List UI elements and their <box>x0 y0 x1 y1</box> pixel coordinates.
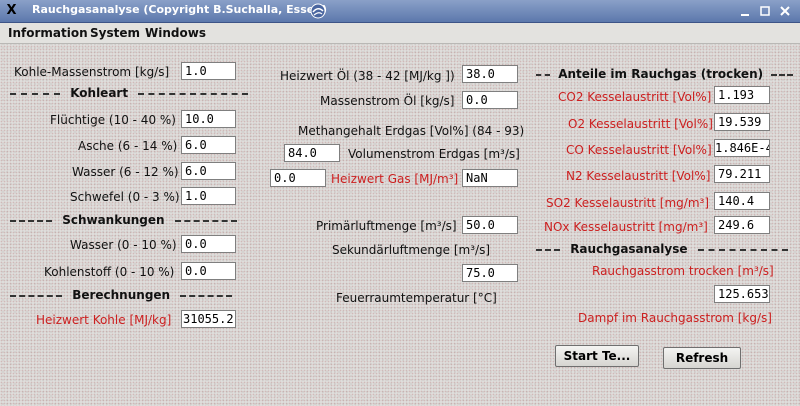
heizwert-oel-label: Heizwert Öl (38 - 42 [MJ/kg ]) <box>280 69 455 83</box>
methangehalt-input[interactable]: 84.0 <box>284 144 340 162</box>
wasser-input[interactable]: 6.0 <box>181 162 236 180</box>
heizwert-gas-label: Heizwert Gas [MJ/m³] <box>331 172 459 186</box>
nox-output: 249.6 <box>714 216 770 234</box>
swirl-icon <box>310 3 326 19</box>
berechnungen-separator: Berechnungen <box>10 288 238 302</box>
app-menu-icon[interactable]: X <box>4 3 19 18</box>
kohlenstoff-label: Kohlenstoff (0 - 10 %) <box>44 265 175 279</box>
primaerluft-label: Primärluftmenge [m³/s] <box>316 219 457 233</box>
title-bar[interactable]: X Rauchgasanalyse (Copyright B.Suchalla,… <box>0 0 800 23</box>
heizwert-oel-input[interactable]: 38.0 <box>462 65 518 83</box>
sekundaerluft-input[interactable]: 75.0 <box>462 264 518 282</box>
volumenstrom-label: Volumenstrom Erdgas [m³/s] <box>348 147 520 161</box>
rauchgasanalyse-header: Rauchgasanalyse <box>570 242 688 256</box>
massenstrom-oel-input[interactable]: 0.0 <box>462 91 518 109</box>
kohle-massenstrom-label: Kohle-Massenstrom [kg/s] <box>14 65 170 79</box>
start-button[interactable]: Start Te... <box>555 345 639 367</box>
kohleart-header: Kohleart <box>70 86 129 100</box>
wasser-schwankung-label: Wasser (0 - 10 %) <box>70 238 177 252</box>
feuerraumtemperatur-label: Feuerraumtemperatur [°C] <box>336 291 497 305</box>
co-label: CO Kesselaustritt [Vol%] <box>566 143 712 157</box>
sekundaerluft-label: Sekundärluftmenge [m³/s] <box>332 243 491 257</box>
asche-label: Asche (6 - 14 %) <box>78 139 178 153</box>
n2-label: N2 Kesselaustritt [Vol%] <box>566 169 711 183</box>
schwefel-input[interactable]: 1.0 <box>181 187 236 205</box>
schwankungen-header: Schwankungen <box>62 213 165 227</box>
refresh-button[interactable]: Refresh <box>663 347 741 369</box>
rauchgasanalyse-separator: Rauchgasanalyse <box>536 242 788 256</box>
heizwert-gas-output: NaN <box>462 169 518 187</box>
close-icon[interactable] <box>778 4 792 18</box>
menu-information[interactable]: Information <box>8 26 88 40</box>
co2-label: CO2 Kesselaustritt [Vol%] <box>558 90 712 104</box>
nox-label: NOx Kesselaustritt [mg/m³] <box>544 220 708 234</box>
o2-label: O2 Kesselaustritt [Vol%] <box>568 117 713 131</box>
so2-output: 140.4 <box>714 192 770 210</box>
anteile-separator: Anteile im Rauchgas (trocken) <box>536 67 794 81</box>
anteile-header: Anteile im Rauchgas (trocken) <box>558 67 764 81</box>
massenstrom-oel-label: Massenstrom Öl [kg/s] <box>320 94 455 108</box>
o2-output: 19.539 <box>714 113 770 131</box>
methangehalt-label: Methangehalt Erdgas [Vol%] (84 - 93) <box>298 124 525 138</box>
maximize-icon[interactable] <box>758 4 772 18</box>
schwefel-label: Schwefel (0 - 3 %) <box>70 190 180 204</box>
primaerluft-input[interactable]: 50.0 <box>462 216 518 234</box>
menu-system[interactable]: System <box>90 26 140 40</box>
rauchgasstrom-output: 125.653 <box>714 285 770 303</box>
volumenstrom-input[interactable]: 0.0 <box>270 169 326 187</box>
heizwert-kohle-label: Heizwert Kohle [MJ/kg] <box>36 313 172 327</box>
kohleart-separator: Kohleart <box>10 86 249 100</box>
so2-label: SO2 Kesselaustritt [mg/m³] <box>546 196 710 210</box>
rauchgasstrom-label: Rauchgasstrom trocken [m³/s] <box>592 264 774 278</box>
heizwert-kohle-output: 31055.2 <box>181 310 236 328</box>
kohlenstoff-input[interactable]: 0.0 <box>181 262 236 280</box>
n2-output: 79.211 <box>714 165 770 183</box>
berechnungen-header: Berechnungen <box>72 288 171 302</box>
wasser-schwankung-input[interactable]: 0.0 <box>181 235 236 253</box>
kohle-massenstrom-input[interactable]: 1.0 <box>181 62 236 80</box>
menu-bar: Information System Windows <box>0 23 800 44</box>
fluechtige-label: Flüchtige (10 - 40 %) <box>50 113 176 127</box>
menu-windows[interactable]: Windows <box>145 26 206 40</box>
schwankungen-separator: Schwankungen <box>10 213 238 227</box>
app-window: X Rauchgasanalyse (Copyright B.Suchalla,… <box>0 0 800 406</box>
window-title: Rauchgasanalyse (Copyright B.Suchalla, E… <box>32 3 328 16</box>
co2-output: 1.193 <box>714 86 770 104</box>
dampf-label: Dampf im Rauchgasstrom [kg/s] <box>578 311 772 325</box>
fluechtige-input[interactable]: 10.0 <box>181 110 236 128</box>
wasser-label: Wasser (6 - 12 %) <box>72 165 179 179</box>
asche-input[interactable]: 6.0 <box>181 136 236 154</box>
co-output: 1.846E-4 <box>714 139 770 157</box>
minimize-icon[interactable] <box>738 4 752 18</box>
